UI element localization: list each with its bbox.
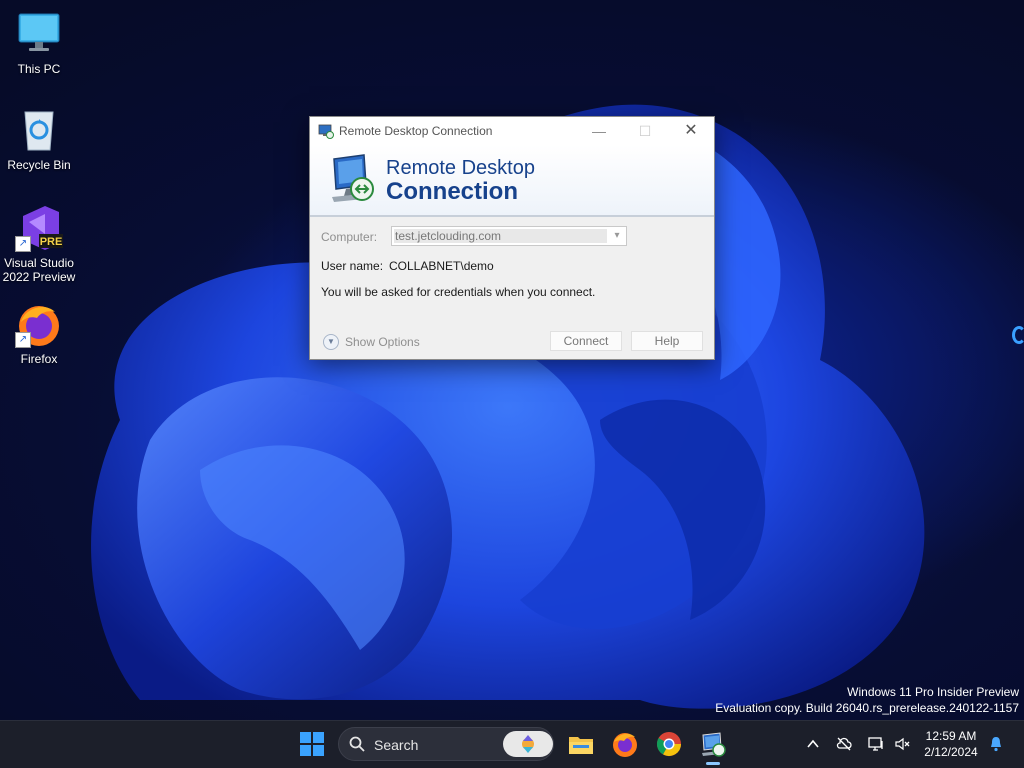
visual-studio-icon: PRE ↗: [15, 204, 63, 252]
windows-start-icon[interactable]: [300, 732, 324, 756]
clock-date: 2/12/2024: [924, 745, 978, 759]
show-options-toggle[interactable]: ▼ Show Options: [323, 333, 420, 351]
chevron-up-icon[interactable]: [805, 736, 821, 752]
notification-bell-icon[interactable]: [988, 736, 1004, 752]
desktop-icon-label: Recycle Bin: [7, 158, 71, 172]
desktop-icon-label: This PC: [17, 62, 61, 76]
desktop-icon-recycle-bin[interactable]: Recycle Bin: [1, 106, 77, 172]
edge-loading-icon: [1012, 326, 1024, 344]
recycle-bin-icon: [15, 106, 63, 154]
network-icon[interactable]: [868, 736, 884, 752]
computer-label: Computer:: [321, 230, 378, 244]
clock-time: 12:59 AM: [925, 729, 977, 743]
taskbar-search[interactable]: Search: [338, 727, 554, 761]
connect-button[interactable]: Connect: [550, 331, 622, 351]
watermark-line-2: Evaluation copy. Build 26040.rs_prerelea…: [715, 701, 1019, 715]
firefox-icon[interactable]: [611, 730, 639, 758]
chevron-down-icon: ▼: [323, 333, 339, 350]
volume-muted-icon[interactable]: [894, 736, 910, 752]
dialog-titlebar[interactable]: Remote Desktop Connection — ☐ ✕: [310, 117, 714, 145]
close-button[interactable]: ✕: [668, 117, 714, 145]
firefox-icon: ↗: [15, 300, 63, 348]
desktop-wallpaper: This PC Recycle Bin PRE ↗ Visual Studio …: [0, 0, 1024, 720]
desktop-icon-this-pc[interactable]: This PC: [1, 10, 77, 76]
chevron-down-icon[interactable]: ▾: [610, 228, 624, 244]
remote-desktop-icon: [318, 124, 334, 139]
taskbar-clock[interactable]: 12:59 AM 2/12/2024: [920, 728, 982, 760]
search-label: Search: [374, 737, 419, 753]
windows-watermark: Windows 11 Pro Insider Preview Evaluatio…: [715, 684, 1019, 716]
shortcut-arrow-icon: ↗: [15, 236, 31, 252]
help-button[interactable]: Help: [631, 331, 703, 351]
remote-desktop-dialog: Remote Desktop Connection — ☐ ✕ Remote D…: [309, 116, 715, 360]
desktop-icon-visual-studio[interactable]: PRE ↗ Visual Studio 2022 Preview: [1, 204, 77, 284]
computer-combobox[interactable]: test.jetclouding.com ▾: [391, 226, 627, 246]
computer-value: test.jetclouding.com: [394, 229, 607, 243]
username-value: COLLABNET\demo: [389, 259, 494, 273]
banner-title-line-1: Remote Desktop: [386, 157, 535, 179]
maximize-button[interactable]: ☐: [622, 117, 668, 145]
shortcut-arrow-icon: ↗: [15, 332, 31, 348]
minimize-button[interactable]: —: [576, 117, 622, 145]
remote-desktop-monitor-icon: [332, 154, 374, 202]
dialog-title: Remote Desktop Connection: [339, 124, 493, 138]
banner-title-line-2: Connection: [386, 178, 518, 205]
desktop-icon-label: Firefox: [20, 352, 58, 366]
username-label: User name:: [321, 259, 384, 273]
chrome-icon[interactable]: [655, 730, 683, 758]
search-icon: [349, 736, 365, 752]
monitor-icon: [15, 10, 63, 58]
desktop-icon-firefox[interactable]: ↗ Firefox: [1, 300, 77, 366]
bloom-wallpaper-art: [91, 104, 925, 709]
desktop-icon-label: Visual Studio 2022 Preview: [2, 256, 76, 284]
active-app-indicator: [706, 762, 720, 765]
dialog-banner: Remote Desktop Connection: [310, 145, 714, 217]
watermark-line-1: Windows 11 Pro Insider Preview: [847, 685, 1019, 699]
pre-badge: PRE: [40, 236, 63, 248]
show-options-label: Show Options: [345, 334, 420, 349]
file-explorer-icon[interactable]: [567, 730, 595, 758]
remote-desktop-icon[interactable]: [699, 730, 727, 758]
credentials-info: You will be asked for credentials when y…: [321, 285, 596, 299]
cloud-offline-icon[interactable]: [836, 736, 852, 752]
copilot-icon[interactable]: [503, 731, 553, 757]
